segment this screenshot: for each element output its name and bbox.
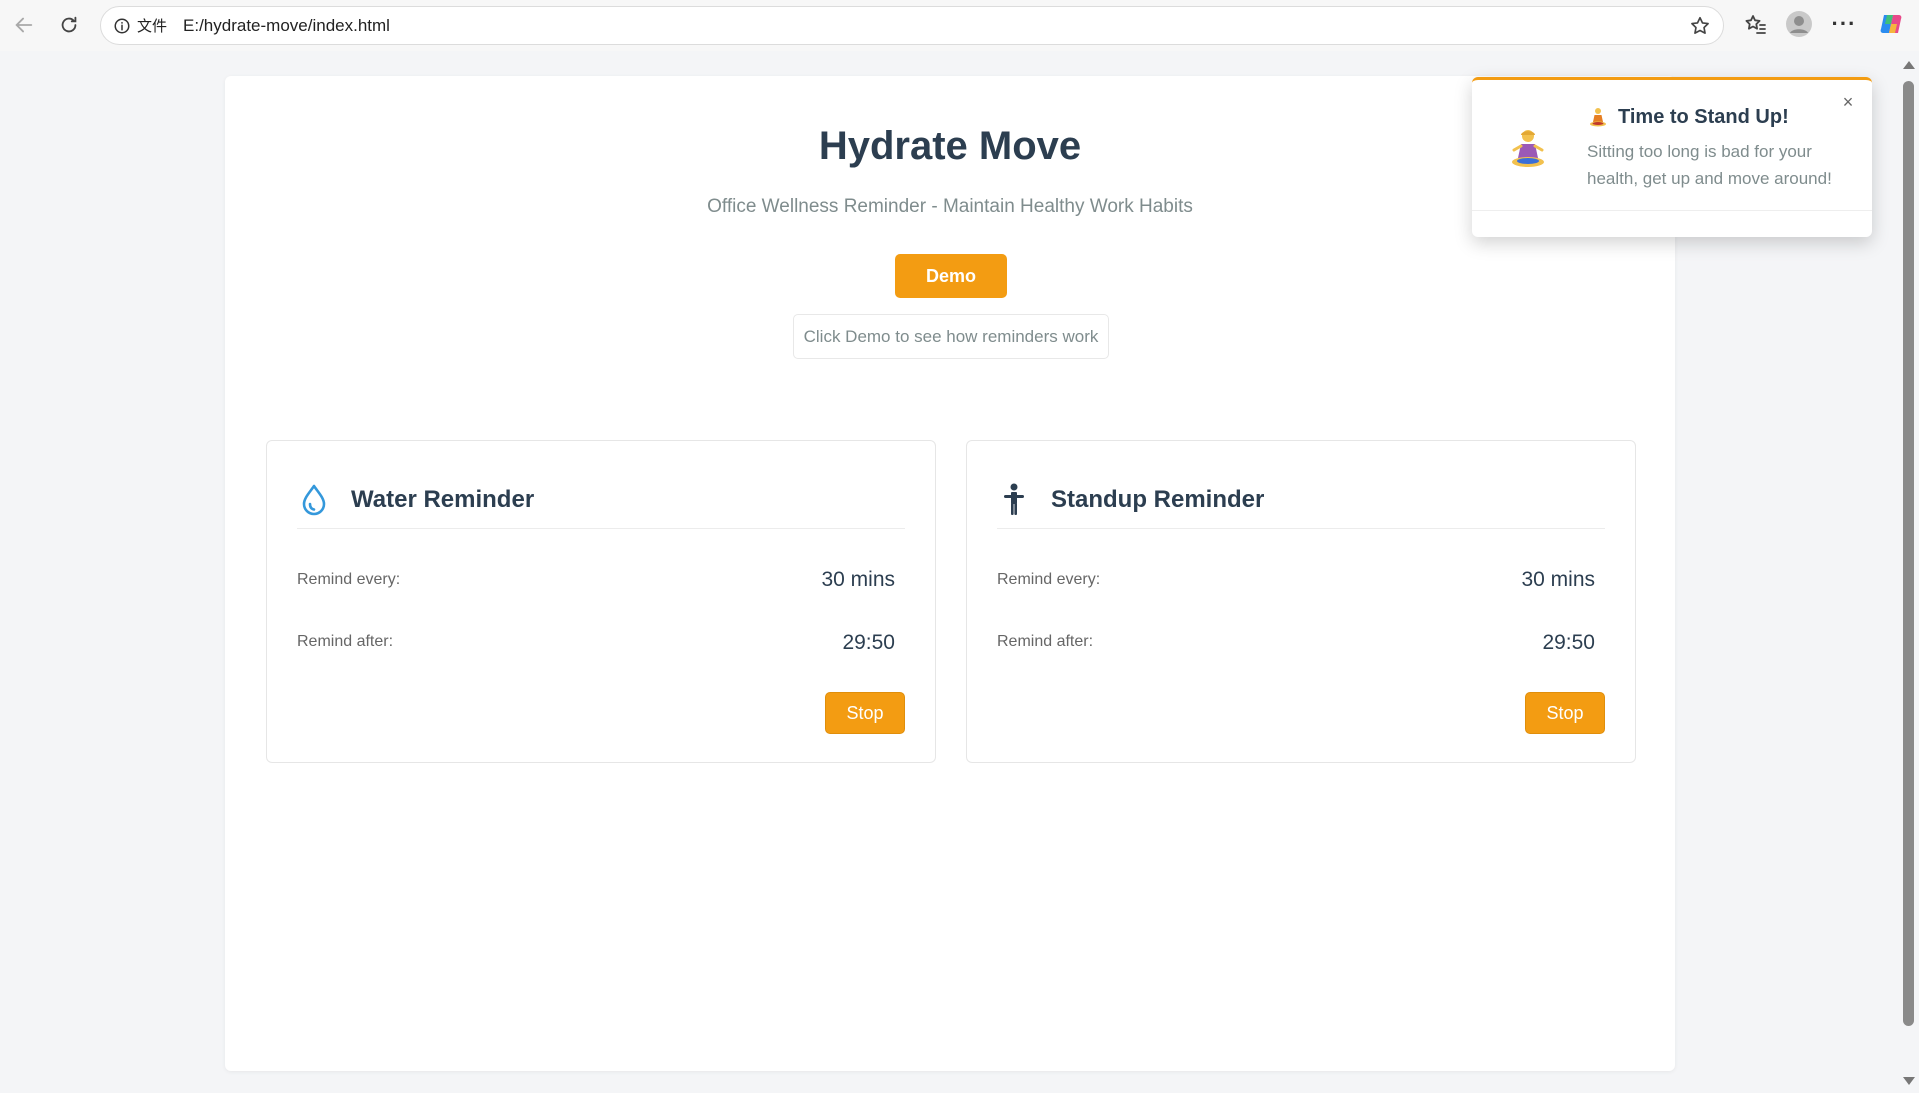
favorites-button[interactable]: [1741, 10, 1769, 38]
address-url[interactable]: E:/hydrate-move/index.html: [183, 16, 390, 36]
remind-every-value: 30 mins: [821, 568, 895, 591]
standup-stop-button[interactable]: Stop: [1525, 692, 1605, 734]
toast-body: Time to Stand Up! Sitting too long is ba…: [1472, 80, 1872, 211]
card-title: Water Reminder: [351, 485, 535, 513]
water-drop-icon: [297, 483, 331, 517]
more-options-button[interactable]: ···: [1830, 10, 1858, 38]
water-stop-button[interactable]: Stop: [825, 692, 905, 734]
remind-every-label: Remind every:: [297, 571, 401, 588]
standup-reminder-card: Standup Reminder Remind every: 30 mins R…: [966, 440, 1636, 763]
card-title: Standup Reminder: [1051, 485, 1265, 513]
star-icon[interactable]: [1689, 15, 1711, 37]
arrow-left-icon: [15, 17, 33, 33]
page-subtitle: Office Wellness Reminder - Maintain Heal…: [707, 196, 1193, 217]
scroll-down-arrow-icon[interactable]: [1903, 1077, 1915, 1085]
info-icon[interactable]: [113, 17, 131, 35]
back-button[interactable]: [7, 8, 41, 42]
toast-title: Time to Stand Up!: [1588, 106, 1789, 129]
page-title: Hydrate Move: [818, 124, 1082, 168]
copilot-button[interactable]: [1877, 10, 1905, 38]
demo-hint: Click Demo to see how reminders work: [793, 314, 1109, 359]
address-bar[interactable]: 文件 E:/hydrate-move/index.html: [100, 6, 1724, 45]
app-container: Hydrate Move Office Wellness Reminder - …: [225, 76, 1675, 1071]
reload-button[interactable]: [52, 8, 86, 42]
copilot-icon: [1880, 15, 1902, 33]
scroll-up-arrow-icon[interactable]: [1903, 61, 1915, 69]
toast-title-text: Time to Stand Up!: [1618, 106, 1789, 128]
reload-icon: [61, 16, 77, 33]
remind-after-countdown: 29:50: [1542, 631, 1595, 654]
vertical-scrollbar[interactable]: [1899, 51, 1919, 1093]
person-in-lotus-position-icon: [1590, 107, 1606, 126]
close-icon[interactable]: ×: [1838, 92, 1858, 112]
person-in-lotus-position-icon: [1512, 130, 1544, 167]
scroll-thumb[interactable]: [1903, 81, 1914, 1026]
toast-message: Sitting too long is bad for your health,…: [1587, 142, 1832, 188]
address-scheme-label: 文件: [137, 17, 168, 35]
card-header: Standup Reminder: [997, 471, 1605, 529]
remind-every-value: 30 mins: [1521, 568, 1595, 591]
profile-button[interactable]: [1785, 10, 1813, 38]
remind-after-label: Remind after:: [297, 633, 394, 650]
avatar-icon: [1786, 11, 1812, 37]
standing-person-icon: [997, 483, 1031, 517]
browser-toolbar: 文件 E:/hydrate-move/index.html ···: [0, 0, 1919, 51]
standup-notification-toast: Time to Stand Up! Sitting too long is ba…: [1472, 77, 1872, 237]
card-header: Water Reminder: [297, 471, 905, 529]
remind-after-countdown: 29:50: [842, 631, 895, 654]
remind-every-label: Remind every:: [997, 571, 1101, 588]
favorites-icon: [1745, 15, 1766, 34]
water-reminder-card: Water Reminder Remind every: 30 mins Rem…: [266, 440, 936, 763]
remind-after-label: Remind after:: [997, 633, 1094, 650]
demo-button[interactable]: Demo: [895, 254, 1007, 298]
more-dots-icon: ···: [1831, 11, 1857, 36]
